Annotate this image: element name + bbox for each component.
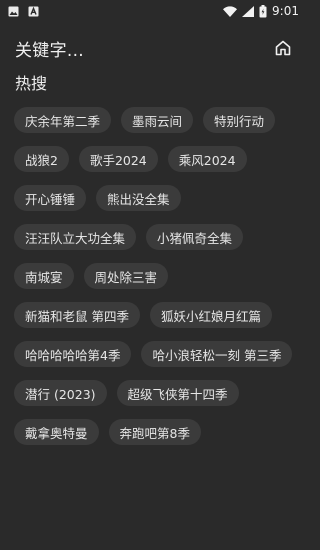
hot-search-chip[interactable]: 狐妖小红娘月红篇 [149, 302, 272, 328]
status-time: 9:01 [272, 4, 299, 18]
hot-search-chip[interactable]: 南城宴 [14, 263, 74, 289]
wifi-icon [223, 5, 238, 17]
status-right: 9:01 [223, 4, 299, 18]
image-icon [8, 6, 19, 17]
battery-icon [259, 4, 267, 18]
hot-search-chip[interactable]: 战狼2 [14, 146, 69, 172]
hot-search-chip[interactable]: 乘风2024 [167, 146, 247, 172]
hot-search-chip[interactable]: 哈哈哈哈哈第4季 [14, 341, 132, 367]
hot-search-chip[interactable]: 墨雨云间 [121, 107, 194, 133]
chip-row: 开心锤锤 熊出没全集 [14, 185, 304, 211]
hot-search-chip[interactable]: 熊出没全集 [96, 185, 181, 211]
chip-row: 南城宴 周处除三害 [14, 263, 304, 289]
hot-search-chip[interactable]: 小猪佩奇全集 [146, 224, 244, 250]
chip-row: 庆余年第二季 墨雨云间 特别行动 [14, 107, 304, 133]
chip-row: 戴拿奥特曼 奔跑吧第8季 [14, 419, 304, 445]
chip-row: 潜行 (2023) 超级飞侠第十四季 [14, 380, 304, 406]
chip-row: 哈哈哈哈哈第4季 哈小浪轻松一刻 第三季 [14, 341, 304, 367]
hot-search-chip[interactable]: 歌手2024 [78, 146, 158, 172]
hot-search-list: 庆余年第二季 墨雨云间 特别行动 战狼2 歌手2024 乘风2024 开心锤锤 熊出没全集 汪汪… [14, 107, 304, 445]
hot-search-chip[interactable]: 特别行动 [203, 107, 276, 133]
hot-search-title: 热搜 [15, 74, 48, 93]
hot-search-chip[interactable]: 汪汪队立大功全集 [14, 224, 137, 250]
hot-search-chip[interactable]: 超级飞侠第十四季 [116, 380, 239, 406]
status-bar: 9:01 [0, 0, 309, 22]
hot-search-chip[interactable]: 周处除三害 [83, 263, 169, 289]
hot-search-chip[interactable]: 潜行 (2023) [14, 380, 107, 406]
signal-icon [242, 5, 255, 17]
chip-row: 新猫和老鼠 第四季 狐妖小红娘月红篇 [14, 302, 304, 328]
home-icon [274, 39, 292, 57]
home-button[interactable] [271, 36, 295, 60]
header: 关键字... [0, 30, 309, 66]
hot-search-chip[interactable]: 新猫和老鼠 第四季 [14, 302, 140, 328]
hot-search-chip[interactable]: 戴拿奥特曼 [14, 419, 99, 445]
app-icon [28, 6, 39, 17]
status-left [8, 6, 39, 17]
chip-row: 汪汪队立大功全集 小猪佩奇全集 [14, 224, 304, 250]
hot-search-chip[interactable]: 庆余年第二季 [14, 107, 112, 133]
hot-search-chip[interactable]: 开心锤锤 [14, 185, 87, 211]
search-input[interactable]: 关键字... [15, 36, 84, 61]
hot-search-chip[interactable]: 哈小浪轻松一刻 第三季 [141, 341, 293, 367]
chip-row: 战狼2 歌手2024 乘风2024 [14, 146, 304, 172]
hot-search-chip[interactable]: 奔跑吧第8季 [108, 419, 201, 445]
